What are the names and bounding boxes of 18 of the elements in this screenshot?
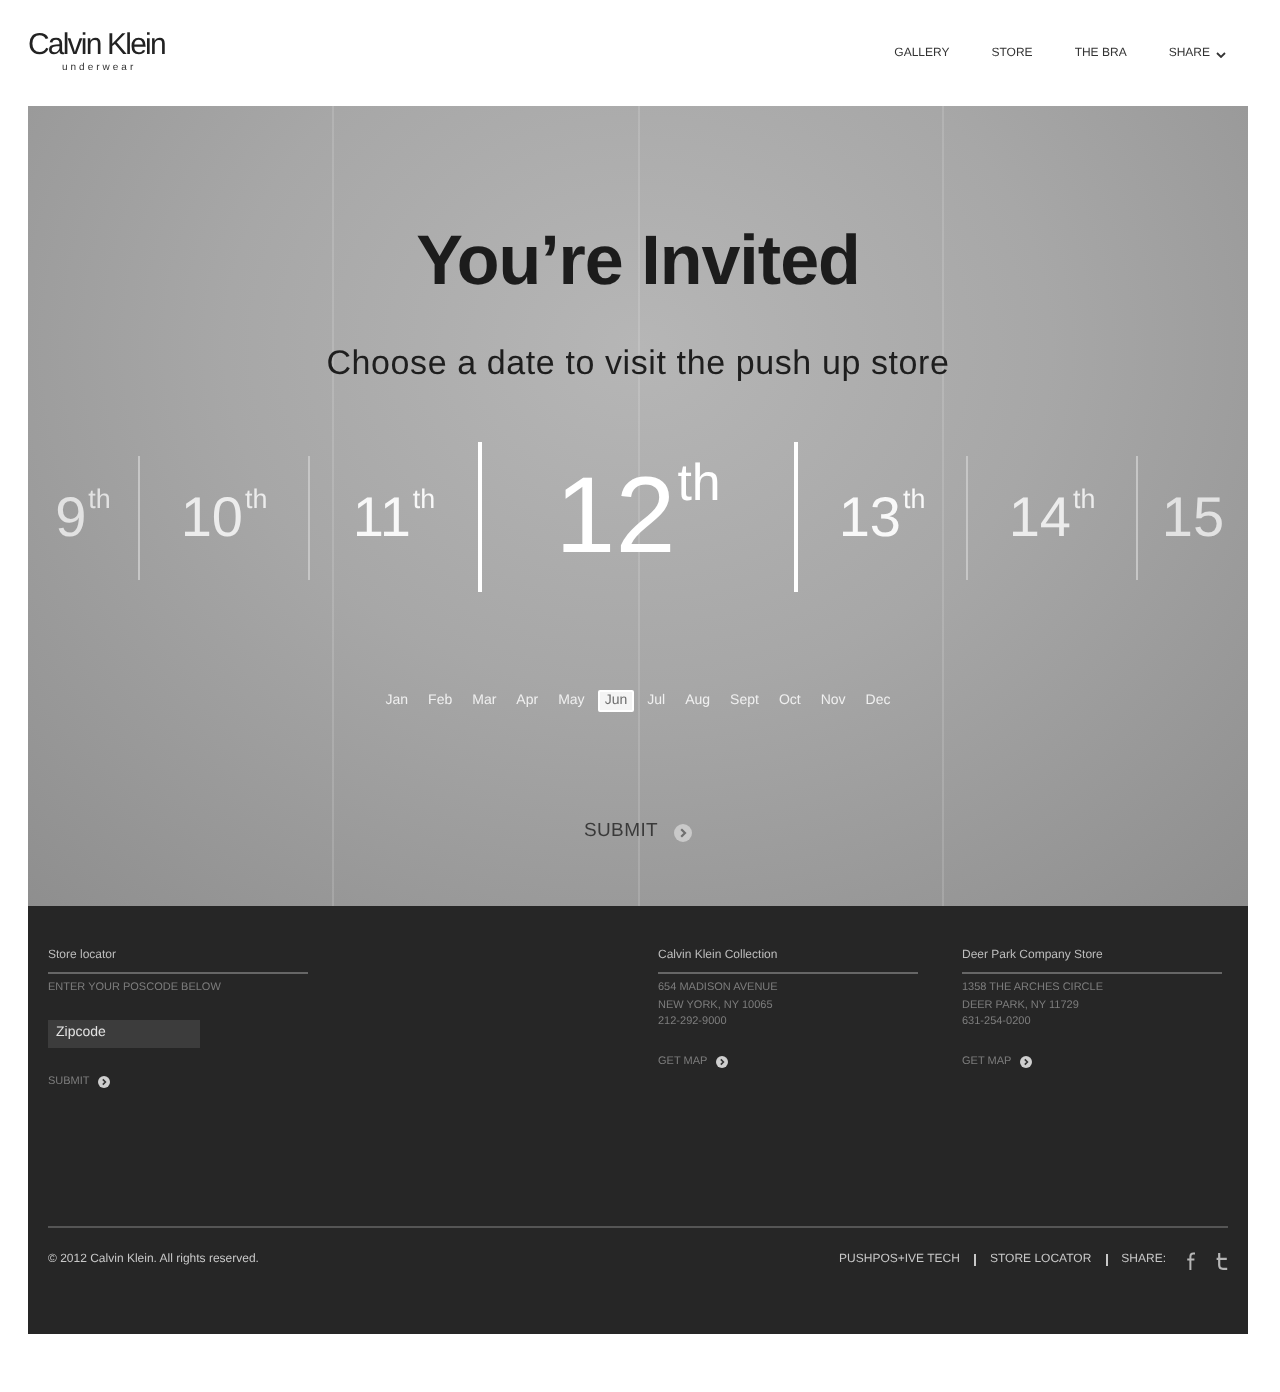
arrow-circle-icon [97,1075,110,1087]
page-subtitle: Choose a date to visit the push up store [326,344,950,384]
twitter-icon[interactable] [1216,1251,1228,1269]
date-option[interactable]: 10$^{th}$ [140,485,308,549]
brand-wordmark[interactable]: Calvin Klein [28,30,165,60]
arrow-circle-icon [674,823,693,841]
date-option[interactable]: 13$^{th}$ [798,485,966,549]
caret-icon [1216,51,1226,57]
date-option[interactable]: 9$^{th}$ [28,485,138,549]
date-option[interactable]: 12$^{th}$ [482,456,794,578]
submit-button[interactable]: SUBMIT [583,818,693,846]
date-option[interactable]: 15 [1138,485,1248,549]
facebook-icon[interactable] [1186,1251,1196,1269]
arrow-circle-icon [715,1055,728,1067]
page-title: You’re Invited [416,220,860,302]
date-option[interactable]: 14$^{th}$ [968,485,1136,549]
date-option[interactable]: 11$^{th}$ [310,485,478,549]
arrow-circle-icon [1019,1055,1032,1067]
